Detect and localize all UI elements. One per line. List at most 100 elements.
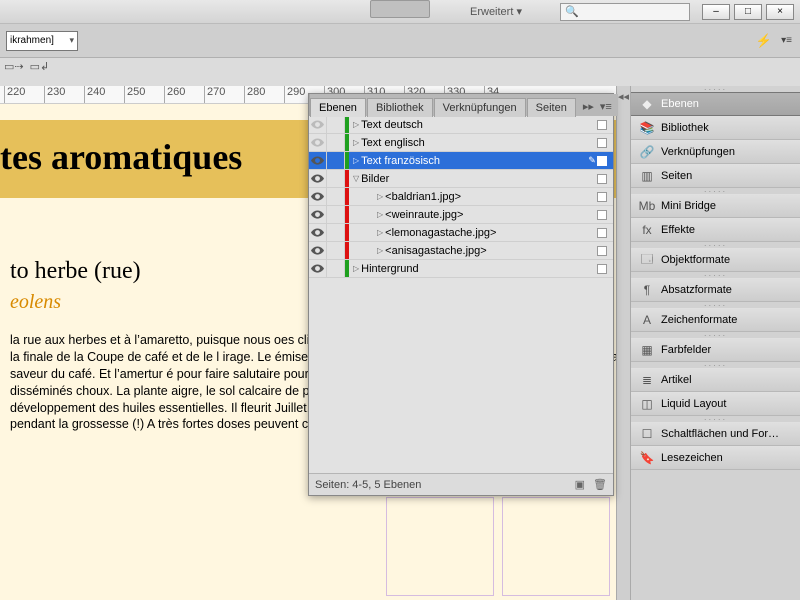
layer-row[interactable]: ▷<baldrian1.jpg> — [309, 188, 613, 206]
panel-objektformate[interactable]: 🗔Objektformate — [631, 248, 800, 272]
disclosure-triangle-icon[interactable]: ▷ — [353, 156, 359, 165]
selection-proxy-box[interactable] — [597, 138, 607, 148]
panel-label: Objektformate — [661, 254, 730, 266]
lock-column[interactable] — [327, 116, 345, 133]
disclosure-triangle-icon[interactable]: ▷ — [377, 210, 383, 219]
frame-style-dropdown[interactable]: ikrahmen] — [6, 31, 78, 51]
layers-panel[interactable]: Ebenen Bibliothek Verknüpfungen Seiten ▸… — [308, 93, 614, 496]
selection-proxy-box[interactable] — [597, 264, 607, 274]
disclosure-triangle-icon[interactable]: ▷ — [377, 192, 383, 201]
panel-artikel[interactable]: ≣Artikel — [631, 368, 800, 392]
disclosure-triangle-icon[interactable]: ▽ — [353, 174, 359, 183]
visibility-eye-icon[interactable] — [309, 242, 327, 259]
layer-row[interactable]: ▷Hintergrund — [309, 260, 613, 278]
ruler-tick: 280 — [244, 86, 284, 103]
liquid-layout-icon: ◫ — [639, 396, 655, 412]
panel-bibliothek[interactable]: 📚Bibliothek — [631, 116, 800, 140]
tab-bibliothek[interactable]: Bibliothek — [367, 98, 433, 117]
maximize-button[interactable]: □ — [734, 4, 762, 20]
selection-proxy-box[interactable] — [597, 120, 607, 130]
disclosure-triangle-icon[interactable]: ▷ — [353, 264, 359, 273]
visibility-eye-icon[interactable] — [309, 188, 327, 205]
panel-effekte[interactable]: fxEffekte — [631, 218, 800, 242]
panel-seiten[interactable]: ▥Seiten — [631, 164, 800, 188]
panel-ebenen[interactable]: ◆Ebenen — [631, 92, 800, 116]
visibility-eye-icon[interactable] — [309, 116, 327, 133]
panel-menu-icon[interactable]: ▾≡ — [781, 35, 792, 46]
panel-absatzformate[interactable]: ¶ Absatzformate — [631, 278, 800, 302]
panel-liquid-layout[interactable]: ◫Liquid Layout — [631, 392, 800, 416]
panel-mini-bridge[interactable]: MbMini Bridge — [631, 194, 800, 218]
panel-label: Absatzformate — [661, 284, 732, 296]
panel-collapse-handle[interactable]: ◂◂ — [616, 86, 630, 600]
quick-apply-icon[interactable]: ⚡ — [756, 33, 772, 49]
selection-proxy-box[interactable] — [597, 210, 607, 220]
panel-farbfelder[interactable]: ▦Farbfelder — [631, 338, 800, 362]
text-wrap-icon[interactable]: ▭↲ — [30, 60, 50, 73]
tab-verknuepfungen[interactable]: Verknüpfungen — [434, 98, 526, 117]
disclosure-triangle-icon[interactable]: ▷ — [353, 138, 359, 147]
layer-row[interactable]: ▷<anisagastache.jpg> — [309, 242, 613, 260]
control-insert-icons[interactable]: ▭⇢ ▭↲ — [4, 60, 49, 73]
tab-ebenen[interactable]: Ebenen — [310, 98, 366, 117]
lock-column[interactable] — [327, 188, 345, 205]
visibility-eye-icon[interactable] — [309, 134, 327, 151]
layer-label: ▷Text französisch — [349, 155, 587, 167]
panel-schaltfl-chen-und-for-[interactable]: ☐Schaltflächen und For… — [631, 422, 800, 446]
layer-row[interactable]: ▷Text englisch — [309, 134, 613, 152]
artikel-icon: ≣ — [639, 372, 655, 388]
selection-proxy-box[interactable] — [597, 156, 607, 166]
visibility-eye-icon[interactable] — [309, 152, 327, 169]
tab-seiten[interactable]: Seiten — [527, 98, 576, 117]
lock-column[interactable] — [327, 206, 345, 223]
layer-label: ▷Text englisch — [349, 137, 587, 149]
new-layer-icon[interactable]: ▣ — [575, 478, 585, 491]
layer-row[interactable]: ▽Bilder — [309, 170, 613, 188]
layer-row[interactable]: ▷<lemonagastache.jpg> — [309, 224, 613, 242]
pen-indicator-icon: ✎ — [587, 155, 597, 166]
layer-label: ▷<weinraute.jpg> — [349, 209, 587, 221]
layer-label: ▷<lemonagastache.jpg> — [349, 227, 587, 239]
panel-lesezeichen[interactable]: 🔖Lesezeichen — [631, 446, 800, 470]
panel-label: Bibliothek — [661, 122, 709, 134]
panel-zeichenformate[interactable]: AZeichenformate — [631, 308, 800, 332]
visibility-eye-icon[interactable] — [309, 260, 327, 277]
layer-label: ▷Text deutsch — [349, 119, 587, 131]
ruler-tick: 220 — [4, 86, 44, 103]
lock-column[interactable] — [327, 152, 345, 169]
search-field[interactable]: 🔍 — [560, 3, 690, 21]
lock-column[interactable] — [327, 134, 345, 151]
selection-proxy-box[interactable] — [597, 192, 607, 202]
panel-verkn-pfungen[interactable]: 🔗Verknüpfungen — [631, 140, 800, 164]
lock-column[interactable] — [327, 242, 345, 259]
layer-row[interactable]: ▷Text französisch✎ — [309, 152, 613, 170]
lock-column[interactable] — [327, 224, 345, 241]
disclosure-triangle-icon[interactable]: ▷ — [377, 228, 383, 237]
panel-expand-icon[interactable]: ▸▸ — [583, 100, 594, 113]
disclosure-triangle-icon[interactable]: ▷ — [353, 120, 359, 129]
document-handle[interactable] — [370, 0, 430, 18]
ruler-tick: 230 — [44, 86, 84, 103]
layer-row[interactable]: ▷<weinraute.jpg> — [309, 206, 613, 224]
delete-layer-icon[interactable]: 🗑 — [593, 478, 607, 491]
lock-column[interactable] — [327, 260, 345, 277]
anchor-object-icon[interactable]: ▭⇢ — [4, 60, 24, 73]
panel-label: Farbfelder — [661, 344, 711, 356]
lock-column[interactable] — [327, 170, 345, 187]
close-button[interactable]: × — [766, 4, 794, 20]
minimize-button[interactable]: – — [702, 4, 730, 20]
selection-proxy-box[interactable] — [597, 174, 607, 184]
visibility-eye-icon[interactable] — [309, 170, 327, 187]
visibility-eye-icon[interactable] — [309, 206, 327, 223]
selection-proxy-box[interactable] — [597, 228, 607, 238]
disclosure-triangle-icon[interactable]: ▷ — [377, 246, 383, 255]
layers-list[interactable]: ▷Text deutsch ▷Text englisch ▷Text französ… — [309, 116, 613, 473]
panel-menu-icon[interactable]: ▾≡ — [600, 100, 612, 113]
ruler-tick: 270 — [204, 86, 244, 103]
visibility-eye-icon[interactable] — [309, 224, 327, 241]
selection-proxy-box[interactable] — [597, 246, 607, 256]
layer-row[interactable]: ▷Text deutsch — [309, 116, 613, 134]
workspace-mode-dropdown[interactable]: Erweitert ▾ — [470, 5, 522, 18]
absatzformate-icon: ¶ — [639, 282, 655, 298]
panel-label: Schaltflächen und For… — [661, 428, 779, 440]
